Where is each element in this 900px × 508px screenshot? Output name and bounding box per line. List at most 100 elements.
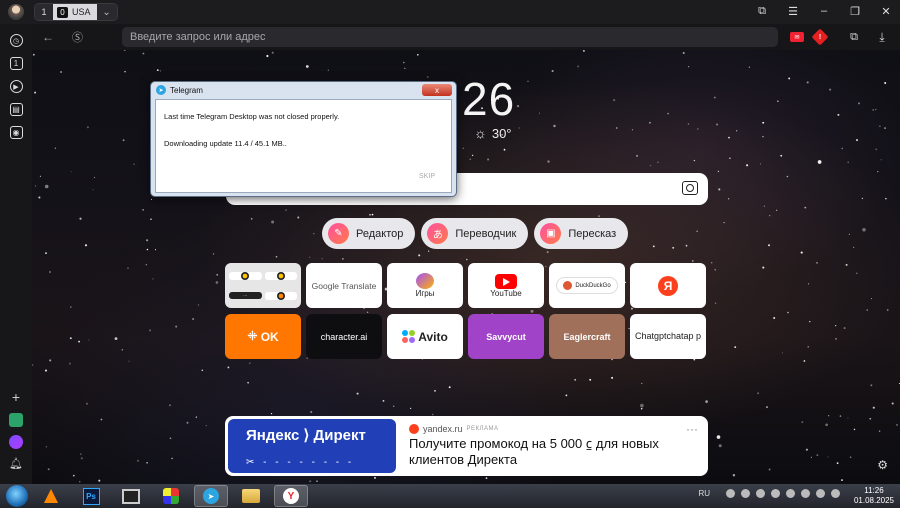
taskbar-clock[interactable]: 11:26 01.08.2025: [854, 486, 894, 506]
close-icon[interactable]: ✕: [878, 3, 894, 19]
star: [248, 362, 251, 365]
star: [885, 197, 887, 200]
star: [825, 423, 828, 427]
games-icon: [416, 273, 434, 289]
taskbar-vlc[interactable]: [34, 485, 68, 507]
app-green-icon[interactable]: [9, 413, 23, 427]
mail-extension-icon[interactable]: ✉: [790, 32, 804, 42]
taskbar-photoshop[interactable]: Ps: [74, 485, 108, 507]
tile-duckduckgo[interactable]: DuckDuckGo: [549, 263, 625, 308]
pill-translator[interactable]: あ Переводчик: [421, 218, 529, 249]
bookmark-icon[interactable]: ⧉: [754, 3, 770, 19]
customize-icon[interactable]: ⚙: [877, 458, 888, 472]
tile-avito[interactable]: Avito: [387, 314, 463, 359]
bell-icon[interactable]: 🔔︎: [9, 457, 23, 470]
star: [49, 359, 52, 362]
tile-chatgptchatapp[interactable]: Chatgptchatap p: [630, 314, 706, 359]
taskbar-telegram[interactable]: ➤: [194, 485, 228, 507]
star: [80, 457, 83, 460]
tab-count[interactable]: 1: [35, 4, 53, 20]
tile-group[interactable]: ···: [225, 263, 301, 308]
skip-button[interactable]: SKIP: [419, 173, 435, 180]
language-indicator[interactable]: RU: [698, 489, 710, 498]
star: [879, 125, 881, 128]
screenshot-icon[interactable]: ◉: [9, 126, 23, 139]
weather-widget[interactable]: ☼ 30°: [474, 125, 512, 141]
chevron-down-icon[interactable]: ⌄: [96, 4, 117, 20]
pill-summary[interactable]: ▣ Пересказ: [534, 218, 629, 249]
avito-icon: [402, 330, 416, 343]
tab-active[interactable]: 0 USA: [53, 4, 97, 20]
network-icon[interactable]: [816, 489, 825, 498]
address-input[interactable]: Введите запрос или адрес: [122, 27, 778, 47]
volume-icon[interactable]: [831, 489, 840, 498]
minimize-icon[interactable]: –: [816, 3, 832, 19]
restore-icon[interactable]: ❐: [847, 3, 863, 19]
star: [717, 170, 720, 173]
star: [469, 158, 471, 160]
tray-icon[interactable]: [786, 489, 795, 498]
tray-icon[interactable]: [801, 489, 810, 498]
download-icon[interactable]: ⤓: [874, 29, 890, 45]
star: [146, 239, 149, 242]
dialog-close-button[interactable]: x: [422, 84, 452, 96]
camera-search-icon[interactable]: [682, 181, 698, 195]
tile-savvycut[interactable]: Savvycut: [468, 314, 544, 359]
start-button[interactable]: [6, 485, 28, 507]
profile-avatar[interactable]: [8, 4, 24, 20]
tile-character-ai[interactable]: character.ai: [306, 314, 382, 359]
tile-yandex[interactable]: Я: [630, 263, 706, 308]
reader-icon[interactable]: ⧉: [846, 29, 862, 45]
menu-icon[interactable]: ☰: [785, 3, 801, 19]
star: [800, 251, 803, 254]
mini-tile: ···: [229, 292, 262, 299]
alice-icon[interactable]: [9, 435, 23, 449]
star: [146, 248, 149, 251]
history-icon[interactable]: ◷: [9, 34, 23, 47]
tile-google-translate[interactable]: Google Translate: [306, 263, 382, 308]
star: [841, 147, 844, 150]
edit-icon: ✎: [328, 223, 349, 244]
star: [640, 403, 644, 408]
ad-banner[interactable]: Яндекс ⟩ Директ ✂ - - - - - - - -: [228, 419, 396, 473]
tabs-counter-icon[interactable]: 1: [9, 57, 23, 70]
tile-eaglercraft[interactable]: Eaglercraft: [549, 314, 625, 359]
star: [124, 71, 126, 73]
back-icon[interactable]: ←: [42, 30, 58, 44]
dialog-progress-text: Downloading update 11.4 / 45.1 MB..: [164, 139, 287, 148]
star: [636, 155, 638, 157]
play-icon[interactable]: ▶: [9, 80, 23, 93]
taskbar-film[interactable]: [114, 485, 148, 507]
collections-icon[interactable]: ▤: [9, 103, 23, 116]
pill-editor[interactable]: ✎ Редактор: [322, 218, 416, 249]
film-icon: [122, 488, 140, 504]
taskbar-puzzle[interactable]: [154, 485, 188, 507]
tile-youtube[interactable]: YouTube: [468, 263, 544, 308]
steam-icon[interactable]: [756, 489, 765, 498]
more-icon[interactable]: ···: [686, 422, 698, 436]
star: [878, 430, 881, 432]
tile-ok[interactable]: ꔰ OK: [225, 314, 301, 359]
star: [175, 325, 178, 328]
star: [216, 273, 219, 276]
tray-icon[interactable]: [741, 489, 750, 498]
add-icon[interactable]: +: [12, 389, 20, 405]
taskbar-explorer[interactable]: [234, 485, 268, 507]
taskbar-yandex[interactable]: Y: [274, 485, 308, 507]
tile-games[interactable]: Игры: [387, 263, 463, 308]
ad-card[interactable]: Яндекс ⟩ Директ ✂ - - - - - - - - yandex…: [225, 416, 708, 476]
star: [271, 220, 275, 224]
tray-icon[interactable]: [771, 489, 780, 498]
telegram-icon: ➤: [156, 85, 166, 95]
star: [768, 468, 771, 471]
star: [710, 262, 713, 264]
tile-label: Google Translate: [311, 280, 377, 291]
sidebar: ◷ 1 ▶ ▤ ◉ + 🔔︎: [0, 24, 32, 484]
tab-label: USA: [72, 7, 91, 17]
star: [466, 258, 468, 261]
red-extension-icon[interactable]: !: [812, 29, 828, 45]
tray-icon[interactable]: [726, 489, 735, 498]
protect-icon[interactable]: Ⓢ: [72, 29, 88, 45]
star: [816, 262, 818, 264]
star: [32, 364, 34, 366]
